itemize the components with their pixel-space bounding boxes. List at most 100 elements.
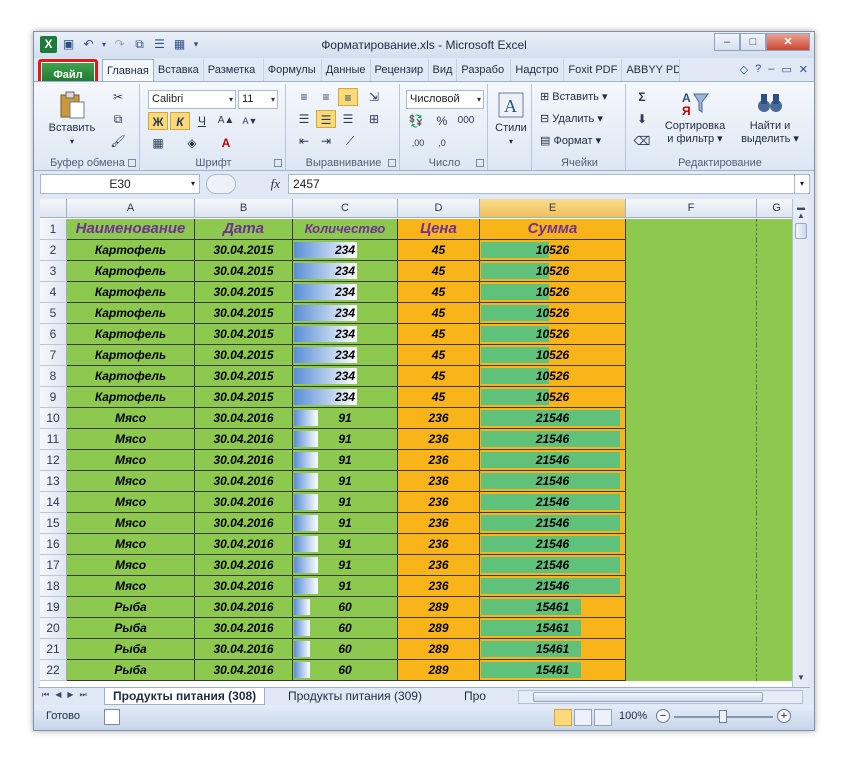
cell-f[interactable] xyxy=(626,618,757,639)
row-header[interactable]: 8 xyxy=(40,366,67,387)
cell-b[interactable]: 30.04.2015 xyxy=(195,345,293,366)
cell-a[interactable]: Мясо xyxy=(67,576,195,597)
help-icon[interactable]: ? xyxy=(755,63,761,76)
cell-e[interactable]: 21546 xyxy=(480,534,626,555)
align-top-icon[interactable]: ≡ xyxy=(294,88,314,106)
page-break-view-button[interactable] xyxy=(594,709,612,726)
cell-g[interactable] xyxy=(757,618,792,639)
cell-b[interactable]: 30.04.2016 xyxy=(195,576,293,597)
italic-button[interactable]: К xyxy=(170,112,190,130)
cell-e[interactable]: 21546 xyxy=(480,429,626,450)
cell-b[interactable]: 30.04.2015 xyxy=(195,261,293,282)
decrease-decimal-icon[interactable]: ,0 xyxy=(432,134,452,152)
cell-c[interactable]: 91 xyxy=(293,408,398,429)
cell-a[interactable]: Рыба xyxy=(67,639,195,660)
row-header[interactable]: 5 xyxy=(40,303,67,324)
cell-e[interactable]: 15461 xyxy=(480,660,626,681)
row-header[interactable]: 10 xyxy=(40,408,67,429)
decrease-font-icon[interactable]: A▼ xyxy=(240,112,260,130)
cell-b[interactable]: 30.04.2015 xyxy=(195,282,293,303)
cell-c[interactable]: 91 xyxy=(293,471,398,492)
sort-filter-button[interactable]: A Я Сортировка и фильтр ▾ xyxy=(660,88,730,146)
cell-g[interactable] xyxy=(757,534,792,555)
cell-d[interactable]: 236 xyxy=(398,450,480,471)
cut-icon[interactable]: ✂ xyxy=(108,88,128,106)
worksheet-grid[interactable]: A B C D E F G 1 Наименование Дата Количество Цена Су… xyxy=(40,199,792,687)
cell-a[interactable]: Картофель xyxy=(67,303,195,324)
minimize-button[interactable]: – xyxy=(714,33,740,51)
cell-b[interactable]: 30.04.2016 xyxy=(195,534,293,555)
cell-d[interactable]: 45 xyxy=(398,324,480,345)
cell-c[interactable]: 234 xyxy=(293,345,398,366)
header-cell-b[interactable]: Дата xyxy=(195,219,293,240)
formula-splitter[interactable] xyxy=(206,174,236,194)
vertical-scroll-thumb[interactable] xyxy=(795,223,807,239)
cell-g[interactable] xyxy=(757,429,792,450)
cell-a[interactable]: Мясо xyxy=(67,408,195,429)
cell-g[interactable] xyxy=(757,303,792,324)
cell-e[interactable]: 10526 xyxy=(480,240,626,261)
cell-e[interactable]: 10526 xyxy=(480,345,626,366)
sheet-tab[interactable]: Продукты питания (309) xyxy=(280,688,430,705)
cell-d[interactable]: 236 xyxy=(398,576,480,597)
first-sheet-icon[interactable]: ⏮ xyxy=(42,690,49,700)
cell-f[interactable] xyxy=(626,576,757,597)
macro-record-icon[interactable] xyxy=(104,709,120,725)
cell-g[interactable] xyxy=(757,639,792,660)
cell-a[interactable]: Мясо xyxy=(67,492,195,513)
cell-g[interactable] xyxy=(757,492,792,513)
cell-f[interactable] xyxy=(626,240,757,261)
cell-b[interactable]: 30.04.2015 xyxy=(195,366,293,387)
merge-center-icon[interactable]: ⊞ xyxy=(364,110,384,128)
workbook-minimize-icon[interactable]: – xyxy=(768,63,774,76)
last-sheet-icon[interactable]: ⏭ xyxy=(80,690,87,700)
alignment-launcher-icon[interactable] xyxy=(388,159,396,167)
tab-insert[interactable]: Вставка xyxy=(154,59,204,81)
cell-b[interactable]: 30.04.2015 xyxy=(195,303,293,324)
cell-a[interactable]: Картофель xyxy=(67,345,195,366)
cell-f[interactable] xyxy=(626,450,757,471)
cell-c[interactable]: 60 xyxy=(293,618,398,639)
cell-g[interactable] xyxy=(757,282,792,303)
column-header-e[interactable]: E xyxy=(480,199,626,218)
cell-g[interactable] xyxy=(757,240,792,261)
column-header-c[interactable]: C xyxy=(293,199,398,218)
align-bottom-icon[interactable]: ≡ xyxy=(338,88,358,106)
cell-b[interactable]: 30.04.2015 xyxy=(195,240,293,261)
cell-e[interactable]: 10526 xyxy=(480,387,626,408)
tab-abbyy-pdf[interactable]: ABBYY PD xyxy=(622,59,681,81)
cell-f[interactable] xyxy=(626,303,757,324)
cell-d[interactable]: 45 xyxy=(398,303,480,324)
horizontal-scrollbar[interactable] xyxy=(518,690,803,704)
insert-cells-button[interactable]: ⊞ Вставить ▾ xyxy=(540,88,608,106)
cell-g[interactable] xyxy=(757,660,792,681)
cell-b[interactable]: 30.04.2015 xyxy=(195,387,293,408)
row-header[interactable]: 4 xyxy=(40,282,67,303)
cell-d[interactable]: 236 xyxy=(398,513,480,534)
cell-c[interactable]: 234 xyxy=(293,282,398,303)
cell-g[interactable] xyxy=(757,387,792,408)
cell-g[interactable] xyxy=(757,219,792,240)
name-box-dropdown-icon[interactable]: ▾ xyxy=(191,175,195,193)
tab-page-layout[interactable]: Разметка xyxy=(204,59,264,81)
cell-e[interactable]: 10526 xyxy=(480,303,626,324)
cell-c[interactable]: 91 xyxy=(293,513,398,534)
cell-e[interactable]: 21546 xyxy=(480,408,626,429)
tab-data[interactable]: Данные xyxy=(322,59,371,81)
cell-d[interactable]: 45 xyxy=(398,345,480,366)
cell-g[interactable] xyxy=(757,450,792,471)
cell-a[interactable]: Картофель xyxy=(67,324,195,345)
align-middle-icon[interactable]: ≡ xyxy=(316,88,336,106)
cell-d[interactable]: 289 xyxy=(398,660,480,681)
cell-a[interactable]: Картофель xyxy=(67,387,195,408)
clipboard-launcher-icon[interactable] xyxy=(128,159,136,167)
zoom-slider-knob[interactable] xyxy=(719,710,727,723)
cell-a[interactable]: Рыба xyxy=(67,660,195,681)
cell-c[interactable]: 91 xyxy=(293,492,398,513)
find-select-button[interactable]: Найти и выделить ▾ xyxy=(734,88,806,146)
cell-g[interactable] xyxy=(757,345,792,366)
cell-c[interactable]: 234 xyxy=(293,261,398,282)
font-launcher-icon[interactable] xyxy=(274,159,282,167)
row-header[interactable]: 18 xyxy=(40,576,67,597)
scroll-up-icon[interactable]: ▲ xyxy=(794,209,808,223)
